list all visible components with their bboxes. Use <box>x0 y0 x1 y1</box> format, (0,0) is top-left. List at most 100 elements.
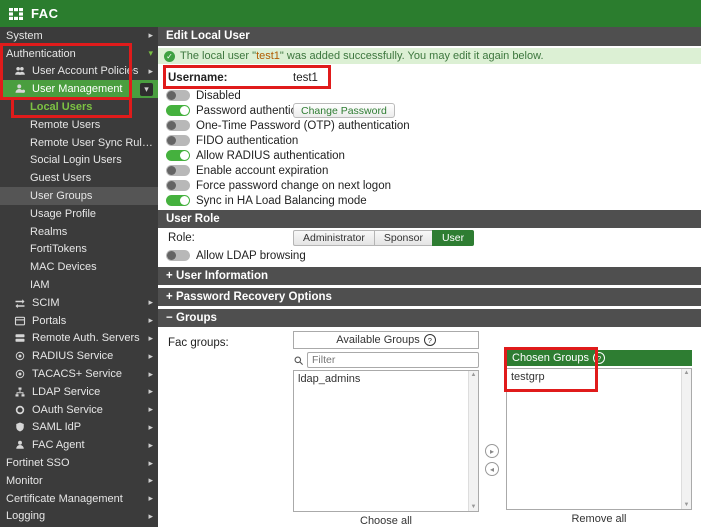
help-icon[interactable]: ? <box>593 352 606 364</box>
sidebar-item-label: FortiTokens <box>30 243 87 256</box>
role-row: Role: Administrator Sponsor User <box>158 228 701 248</box>
sidebar-item-mac-devices[interactable]: MAC Devices <box>0 258 158 276</box>
chevron-right-icon: ▸ <box>148 30 153 41</box>
available-groups-list[interactable]: ldap_admins ▲ ▼ <box>293 370 479 512</box>
role-option-administrator[interactable]: Administrator <box>293 230 375 246</box>
sidebar-item-label: System <box>6 29 43 42</box>
sidebar-item-tacacs-service[interactable]: TACACS+ Service ▸ <box>0 365 158 383</box>
sidebar-item-social-login-users[interactable]: Social Login Users <box>0 152 158 170</box>
help-icon[interactable]: ? <box>423 334 436 346</box>
toggle-sync-in-ha-load-balancing-mode[interactable] <box>166 195 190 206</box>
sidebar-item-scim[interactable]: SCIM ▸ <box>0 294 158 312</box>
toggle-row-sync-in-ha-load-balancing-mode: Sync in HA Load Balancing mode <box>158 193 701 208</box>
sidebar-item-label: Usage Profile <box>30 207 97 220</box>
sidebar-item-iam[interactable]: IAM <box>0 276 158 294</box>
sidebar-item-system[interactable]: System ▸ <box>0 27 158 45</box>
sidebar-item-label: User Groups <box>30 190 93 203</box>
sidebar-item-remote-users[interactable]: Remote Users <box>0 116 158 134</box>
chosen-groups-list[interactable]: testgrp ▲ ▼ <box>506 368 692 510</box>
username-value: test1 <box>293 72 318 84</box>
toggle-label: Enable account expiration <box>196 164 329 177</box>
chevron-right-icon: ▸ <box>148 315 153 326</box>
tacacs-icon <box>14 368 27 380</box>
filter-input[interactable] <box>307 352 479 368</box>
sidebar-item-user-account-policies[interactable]: User Account Policies ▸ <box>0 63 158 81</box>
sidebar-item-certificate-management[interactable]: Certificate Management ▸ <box>0 490 158 508</box>
chosen-groups-header: Chosen Groups ? <box>506 350 692 366</box>
sidebar-item-fortitokens[interactable]: FortiTokens <box>0 241 158 259</box>
toggle-label: Disabled <box>196 89 241 102</box>
app-brand: FAC <box>31 6 59 21</box>
password-recovery-section-bar[interactable]: + Password Recovery Options <box>158 288 701 306</box>
chevron-right-icon: ▸ <box>148 386 153 397</box>
toggle-password-authentication[interactable] <box>166 105 190 116</box>
oauth-icon <box>14 404 27 416</box>
success-alert: ✓ The local user "test1" was added succe… <box>158 48 701 64</box>
list-item[interactable]: ldap_admins <box>294 371 478 386</box>
remove-all-link[interactable]: Remove all <box>506 513 692 525</box>
chevron-right-icon: ▸ <box>148 510 153 521</box>
sidebar-item-label: SAML IdP <box>32 421 82 434</box>
chosen-groups-panel: Chosen Groups ? testgrp ▲ ▼ Remove all <box>506 350 692 525</box>
users-icon <box>14 65 27 77</box>
sidebar-item-user-groups[interactable]: User Groups <box>0 187 158 205</box>
toggle-label: Allow LDAP browsing <box>196 249 306 262</box>
toggle-fido-authentication[interactable] <box>166 135 190 146</box>
sidebar-item-ldap-service[interactable]: LDAP Service ▸ <box>0 383 158 401</box>
page-title: Edit Local User <box>158 27 701 46</box>
toggle-allow-ldap-browsing[interactable] <box>166 250 190 261</box>
server-icon <box>14 332 27 344</box>
sidebar-item-monitor[interactable]: Monitor ▸ <box>0 472 158 490</box>
sidebar-item-oauth-service[interactable]: OAuth Service ▸ <box>0 401 158 419</box>
toggle-force-password-change-on-next-logon[interactable] <box>166 180 190 191</box>
sidebar-item-remote-auth-servers[interactable]: Remote Auth. Servers ▸ <box>0 330 158 348</box>
role-option-sponsor[interactable]: Sponsor <box>373 230 433 246</box>
sidebar-item-label: Certificate Management <box>6 492 123 505</box>
sidebar-item-saml-idp[interactable]: SAML IdP ▸ <box>0 419 158 437</box>
move-right-button[interactable]: ▸ <box>485 444 499 458</box>
sidebar-item-label: Remote Users <box>30 118 101 131</box>
sidebar-item-label: Portals <box>32 314 67 327</box>
sidebar-item-authentication[interactable]: Authentication ▾ <box>0 45 158 63</box>
chevron-right-icon: ▸ <box>148 457 153 468</box>
sidebar-item-fortinet-sso[interactable]: Fortinet SSO ▸ <box>0 454 158 472</box>
sidebar-item-logging[interactable]: Logging ▸ <box>0 508 158 526</box>
sidebar-item-radius-service[interactable]: RADIUS Service ▸ <box>0 347 158 365</box>
toggle-label: Force password change on next logon <box>196 179 391 192</box>
ldap-toggle-holder: Allow LDAP browsing <box>158 248 701 263</box>
role-option-user[interactable]: User <box>431 230 475 246</box>
list-item[interactable]: testgrp <box>507 369 691 384</box>
groups-section-bar[interactable]: − Groups <box>158 309 701 327</box>
sidebar-item-user-management[interactable]: User Management ▾ <box>0 80 158 99</box>
sidebar-item-portals[interactable]: Portals ▸ <box>0 312 158 330</box>
change-password-button[interactable]: Change Password <box>293 103 395 118</box>
toggle-disabled[interactable] <box>166 90 190 101</box>
sidebar-item-realms[interactable]: Realms <box>0 223 158 241</box>
filter-row <box>293 352 479 368</box>
move-left-button[interactable]: ◂ <box>485 462 499 476</box>
transfer-buttons: ▸ ◂ <box>485 444 499 476</box>
toggle-one-time-password-otp-authentication[interactable] <box>166 120 190 131</box>
sidebar-item-usage-profile[interactable]: Usage Profile <box>0 205 158 223</box>
toggle-row-enable-account-expiration: Enable account expiration <box>158 163 701 178</box>
groups-area: Fac groups: Available Groups ? ldap_admi… <box>158 327 701 527</box>
toggle-list: Disabled Password authentication Change Pa… <box>158 88 701 208</box>
role-button-group: Administrator Sponsor User <box>293 230 475 246</box>
sidebar-item-local-users[interactable]: Local Users <box>0 98 158 116</box>
choose-all-link[interactable]: Choose all <box>293 515 479 527</box>
scrollbar[interactable]: ▲ ▼ <box>681 369 691 509</box>
sidebar-item-remote-user-sync-rules[interactable]: Remote User Sync Rules <box>0 134 158 152</box>
toggle-allow-radius-authentication[interactable] <box>166 150 190 161</box>
fortinet-logo-icon <box>8 6 24 22</box>
main-content: Edit Local User ✓ The local user "test1"… <box>158 27 701 527</box>
toggle-enable-account-expiration[interactable] <box>166 165 190 176</box>
toggle-row-disabled: Disabled <box>158 88 701 103</box>
sidebar-item-fac-agent[interactable]: FAC Agent ▸ <box>0 436 158 454</box>
sidebar-item-guest-users[interactable]: Guest Users <box>0 169 158 187</box>
chevron-right-icon: ▸ <box>148 332 153 343</box>
user-information-section-bar[interactable]: + User Information <box>158 267 701 285</box>
toggle-label: One-Time Password (OTP) authentication <box>196 119 410 132</box>
sidebar-item-label: OAuth Service <box>32 403 103 416</box>
scrollbar[interactable]: ▲ ▼ <box>468 371 478 511</box>
sidebar-item-label: Social Login Users <box>30 154 122 167</box>
